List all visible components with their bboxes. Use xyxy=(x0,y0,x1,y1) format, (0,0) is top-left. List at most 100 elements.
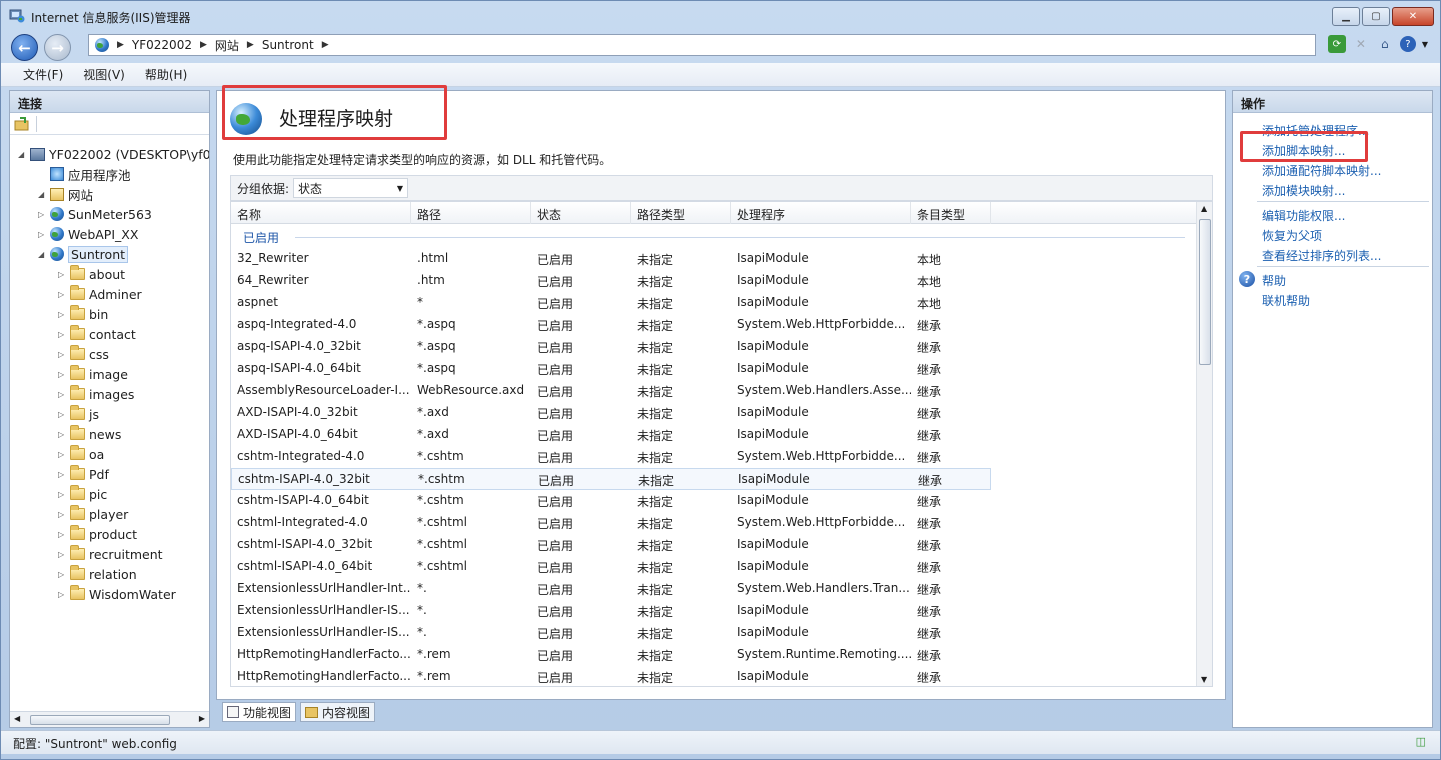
tree-node[interactable]: ▷ about xyxy=(58,265,125,283)
group-header-enabled[interactable]: 已启用 xyxy=(231,226,1197,248)
table-row[interactable]: 32_Rewriter .html 已启用 未指定 IsapiModule 本地 xyxy=(231,248,991,270)
tree-expander-icon[interactable]: ▷ xyxy=(58,550,66,559)
tree-node[interactable]: ▷ pic xyxy=(58,485,107,503)
table-row[interactable]: AXD-ISAPI-4.0_64bit *.axd 已启用 未指定 IsapiModul… xyxy=(231,424,991,446)
scroll-right-icon[interactable]: ▶ xyxy=(199,714,205,723)
tree-node[interactable]: ▷ image xyxy=(58,365,128,383)
tree-expander-icon[interactable]: ▷ xyxy=(58,570,66,579)
close-button[interactable]: ✕ xyxy=(1392,7,1434,26)
table-row[interactable]: cshtml-ISAPI-4.0_32bit *.cshtml 已启用 未指定 Isap… xyxy=(231,534,991,556)
stop-button[interactable]: ✕ xyxy=(1352,35,1370,53)
breadcrumb-item[interactable]: Suntront xyxy=(262,38,314,52)
table-row[interactable]: HttpRemotingHandlerFacto... *.rem 已启用 未指定 Sy… xyxy=(231,644,991,666)
tree-expander-icon[interactable]: ◢ xyxy=(18,150,26,159)
menu-help[interactable]: 帮助(H) xyxy=(145,66,187,83)
tree-node[interactable]: ◢ 网站 xyxy=(38,185,93,203)
table-row[interactable]: aspq-Integrated-4.0 *.aspq 已启用 未指定 System.We… xyxy=(231,314,991,336)
tree-expander-icon[interactable]: ▷ xyxy=(58,270,66,279)
action-online-help[interactable]: 联机帮助 xyxy=(1262,292,1310,309)
tree-expander-icon[interactable]: ▷ xyxy=(58,350,66,359)
maximize-button[interactable]: ▢ xyxy=(1362,7,1390,26)
tree-expander-icon[interactable]: ▷ xyxy=(58,530,66,539)
action-edit-feature-permissions[interactable]: 编辑功能权限... xyxy=(1262,207,1345,224)
tree-node[interactable]: ▷ images xyxy=(58,385,134,403)
tree-expander-icon[interactable]: ▷ xyxy=(58,310,66,319)
action-view-ordered-list[interactable]: 查看经过排序的列表... xyxy=(1262,247,1381,264)
tree-expander-icon[interactable]: ▷ xyxy=(58,390,66,399)
tree-node[interactable]: ▷ WisdomWater xyxy=(58,585,176,603)
group-by-select[interactable]: 状态 ▼ xyxy=(293,178,409,198)
tree-expander-icon[interactable]: ▷ xyxy=(58,410,66,419)
tree-expander-icon[interactable]: ▷ xyxy=(38,210,46,219)
tree-node[interactable]: ▷ js xyxy=(58,405,99,423)
scrollbar-thumb[interactable] xyxy=(1199,219,1211,365)
column-header[interactable]: 路径 xyxy=(411,202,531,224)
menu-view[interactable]: 视图(V) xyxy=(83,66,125,83)
tree-node[interactable]: ◢ Suntront xyxy=(38,245,129,263)
table-row[interactable]: 64_Rewriter .htm 已启用 未指定 IsapiModule 本地 xyxy=(231,270,991,292)
scroll-down-icon[interactable]: ▼ xyxy=(1201,675,1207,684)
refresh-button[interactable]: ⟳ xyxy=(1327,35,1346,53)
tree-node[interactable]: ▷ Adminer xyxy=(58,285,142,303)
table-row[interactable]: cshtml-ISAPI-4.0_64bit *.cshtml 已启用 未指定 Isap… xyxy=(231,556,991,578)
tree-node[interactable]: ▷ bin xyxy=(58,305,108,323)
scroll-left-icon[interactable]: ◀ xyxy=(14,714,20,723)
tree-expander-icon[interactable]: ▷ xyxy=(58,490,66,499)
address-bar[interactable]: ▶ YF022002 ▶ 网站 ▶ Suntront ▶ xyxy=(88,34,1316,56)
tree-expander-icon[interactable]: ▷ xyxy=(38,230,46,239)
tree-node[interactable]: ▷ WebAPI_XX xyxy=(38,225,138,243)
column-header[interactable]: 状态 xyxy=(531,202,631,224)
tree-node[interactable]: ▷ css xyxy=(58,345,109,363)
tree-node[interactable]: ▷ Pdf xyxy=(58,465,109,483)
scrollbar-thumb[interactable] xyxy=(30,715,170,725)
tree-node[interactable]: 应用程序池 xyxy=(38,165,131,183)
tree-node[interactable]: ▷ SunMeter563 xyxy=(38,205,152,223)
table-row[interactable]: cshtm-ISAPI-4.0_64bit *.cshtm 已启用 未指定 IsapiM… xyxy=(231,490,991,512)
tree-expander-icon[interactable]: ▷ xyxy=(58,370,66,379)
breadcrumb-item[interactable]: YF022002 xyxy=(132,38,192,52)
tab-content-view[interactable]: 内容视图 xyxy=(300,702,376,722)
back-button[interactable]: ← xyxy=(11,34,38,61)
tree-node[interactable]: ▷ news xyxy=(58,425,121,443)
tree-node[interactable]: ▷ player xyxy=(58,505,128,523)
tree-expander-icon[interactable]: ▷ xyxy=(58,510,66,519)
table-row[interactable]: ExtensionlessUrlHandler-IS... *. 已启用 未指定 Isa… xyxy=(231,600,991,622)
tree-expander-icon[interactable]: ▷ xyxy=(58,330,66,339)
column-header[interactable]: 路径类型 xyxy=(631,202,731,224)
table-row[interactable]: aspq-ISAPI-4.0_32bit *.aspq 已启用 未指定 IsapiMod… xyxy=(231,336,991,358)
tree-expander-icon[interactable]: ◢ xyxy=(38,250,46,259)
connect-icon[interactable] xyxy=(14,116,30,132)
tree-expander-icon[interactable]: ◢ xyxy=(38,190,46,199)
column-header[interactable]: 处理程序 xyxy=(731,202,911,224)
tree-expander-icon[interactable]: ▷ xyxy=(58,590,66,599)
action-help[interactable]: 帮助 xyxy=(1262,272,1286,289)
tree-expander-icon[interactable]: ▷ xyxy=(58,430,66,439)
action-add-module-mapping[interactable]: 添加模块映射... xyxy=(1262,182,1345,199)
action-add-wildcard-script-map[interactable]: 添加通配符脚本映射... xyxy=(1262,162,1381,179)
tab-features-view[interactable]: 功能视图 xyxy=(222,702,297,722)
minimize-button[interactable]: ▁ xyxy=(1332,7,1360,26)
table-row[interactable]: AXD-ISAPI-4.0_32bit *.axd 已启用 未指定 IsapiModul… xyxy=(231,402,991,424)
column-header[interactable]: 条目类型 xyxy=(911,202,991,224)
home-button[interactable]: ⌂ xyxy=(1376,35,1394,53)
table-row[interactable]: ExtensionlessUrlHandler-Int... *. 已启用 未指定 Sy… xyxy=(231,578,991,600)
tree-expander-icon[interactable]: ▷ xyxy=(58,450,66,459)
table-row[interactable]: ExtensionlessUrlHandler-IS... *. 已启用 未指定 Isa… xyxy=(231,622,991,644)
table-row[interactable]: HttpRemotingHandlerFacto... *.rem 已启用 未指定 Is… xyxy=(231,666,991,686)
scroll-up-icon[interactable]: ▲ xyxy=(1201,204,1207,213)
action-revert-to-parent[interactable]: 恢复为父项 xyxy=(1262,227,1322,244)
help-dropdown-button[interactable]: ? xyxy=(1399,36,1416,52)
tree-node[interactable]: ▷ oa xyxy=(58,445,104,463)
tree-node[interactable]: ▷ contact xyxy=(58,325,136,343)
breadcrumb-item[interactable]: 网站 xyxy=(215,37,239,54)
tree-expander-icon[interactable]: ▷ xyxy=(58,470,66,479)
menu-file[interactable]: 文件(F) xyxy=(23,66,63,83)
forward-button[interactable]: → xyxy=(44,34,71,61)
chevron-down-icon[interactable]: ▼ xyxy=(1422,40,1428,49)
table-row[interactable]: aspq-ISAPI-4.0_64bit *.aspq 已启用 未指定 IsapiMod… xyxy=(231,358,991,380)
tree-expander-icon[interactable]: ▷ xyxy=(58,290,66,299)
table-row[interactable]: cshtm-Integrated-4.0 *.cshtm 已启用 未指定 System.… xyxy=(231,446,991,468)
table-row[interactable]: aspnet * 已启用 未指定 IsapiModule 本地 xyxy=(231,292,991,314)
table-row[interactable]: cshtml-Integrated-4.0 *.cshtml 已启用 未指定 Syste… xyxy=(231,512,991,534)
tree-node[interactable]: ▷ relation xyxy=(58,565,137,583)
